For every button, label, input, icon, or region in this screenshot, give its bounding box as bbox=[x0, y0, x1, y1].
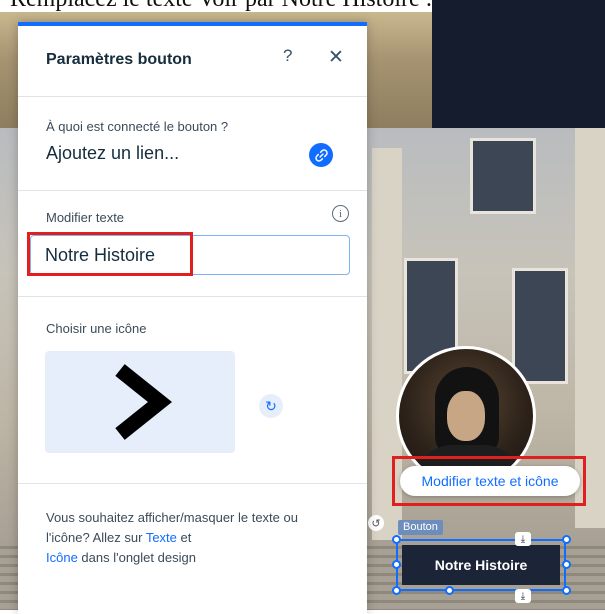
building-window bbox=[470, 138, 536, 214]
help-icon[interactable]: ? bbox=[283, 46, 292, 66]
text-design-link[interactable]: Texte bbox=[146, 530, 177, 545]
icon-design-link[interactable]: Icône bbox=[46, 550, 78, 565]
edit-text-label: Modifier texte bbox=[46, 210, 125, 225]
close-icon[interactable]: ✕ bbox=[328, 46, 344, 69]
resize-handle[interactable] bbox=[392, 586, 401, 595]
panel-title: Paramètres bouton bbox=[46, 51, 192, 68]
info-icon[interactable]: i bbox=[332, 205, 349, 222]
link-icon[interactable] bbox=[309, 143, 333, 167]
resize-handle[interactable] bbox=[392, 535, 401, 544]
button-text-input[interactable] bbox=[30, 235, 350, 275]
site-button[interactable]: Notre Histoire bbox=[402, 545, 560, 585]
building-window bbox=[512, 268, 568, 384]
button-settings-panel: Paramètres bouton ? ✕ À quoi est connect… bbox=[18, 22, 367, 614]
resize-handle[interactable] bbox=[562, 535, 571, 544]
portrait-face bbox=[447, 391, 485, 441]
tutorial-heading-text: Remplacez le texte Voir par Notre Histoi… bbox=[10, 0, 432, 12]
link-chain-glyph bbox=[314, 148, 328, 162]
resize-handle[interactable] bbox=[392, 560, 401, 569]
icon-picker[interactable] bbox=[45, 351, 235, 453]
panel-header: Paramètres bouton ? ✕ bbox=[18, 26, 367, 97]
link-section: À quoi est connecté le bouton ? Ajoutez … bbox=[18, 97, 367, 191]
replace-icon[interactable]: ↻ bbox=[259, 394, 283, 418]
text-section: Modifier texte i bbox=[18, 191, 367, 297]
stretch-bottom-icon[interactable]: ⤓ bbox=[515, 589, 531, 603]
resize-handle[interactable] bbox=[562, 586, 571, 595]
link-question-label: À quoi est connecté le bouton ? bbox=[46, 119, 229, 134]
rotate-handle-icon[interactable]: ↺ bbox=[368, 515, 384, 531]
icon-section: Choisir une icône ↻ bbox=[18, 297, 367, 484]
chevron-right-icon bbox=[115, 364, 173, 440]
stretch-top-icon[interactable]: ⤓ bbox=[515, 532, 531, 546]
hint-text-3: dans l'onglet design bbox=[77, 550, 196, 565]
choose-icon-label: Choisir une icône bbox=[46, 321, 147, 336]
element-type-tag: Bouton bbox=[398, 520, 443, 535]
add-link-text[interactable]: Ajoutez un lien... bbox=[46, 143, 179, 164]
hint-text-2: et bbox=[176, 530, 192, 545]
background-dark-block bbox=[432, 0, 605, 128]
resize-handle[interactable] bbox=[445, 586, 454, 595]
resize-handle[interactable] bbox=[562, 560, 571, 569]
design-tab-hint: Vous souhaitez afficher/masquer le texte… bbox=[46, 508, 316, 568]
edit-text-icon-button[interactable]: Modifier texte et icône bbox=[400, 466, 580, 496]
